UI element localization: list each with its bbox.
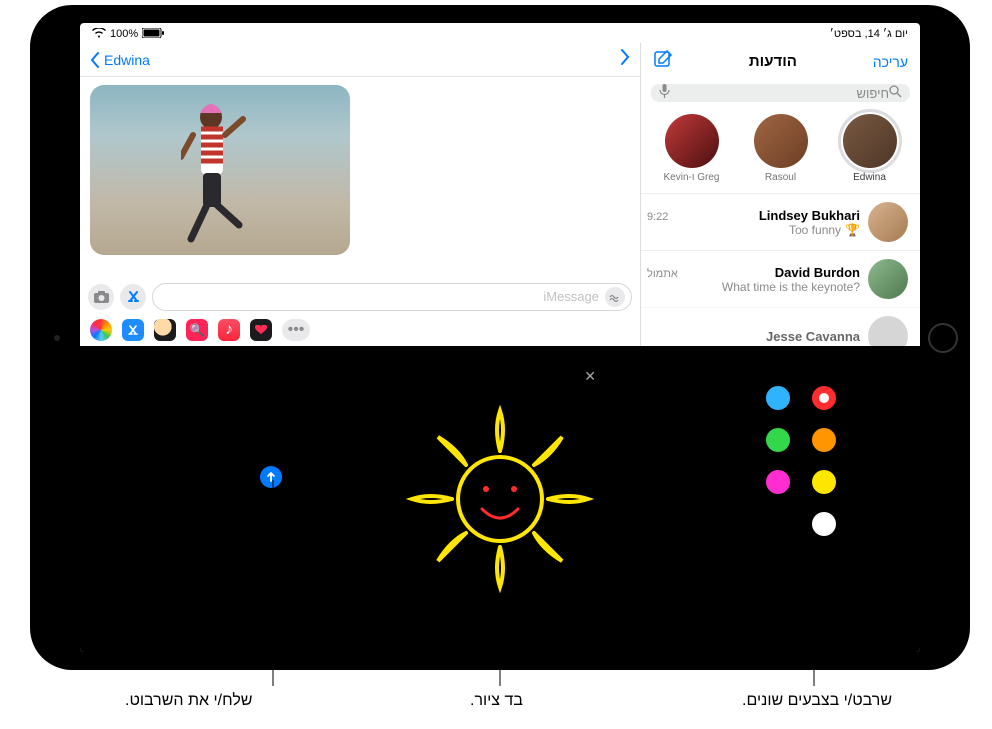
callout-send: שלח/י את השרבוט. [125, 692, 252, 710]
drawing-canvas[interactable]: ✕ [400, 364, 600, 619]
appstore-app-icon[interactable] [122, 319, 144, 341]
back-button[interactable]: Edwina [90, 52, 150, 68]
ipad-frame: 100% יום ג׳ 14, בספט׳ עריכה הודעות [30, 5, 970, 670]
pinned-contact-edwina[interactable]: Edwina [830, 114, 910, 183]
contact-name: Lindsey Bukhari [759, 208, 860, 223]
timestamp: אתמול [647, 268, 678, 280]
camera-button[interactable] [88, 284, 114, 310]
search-input[interactable]: חיפוש [651, 84, 910, 102]
color-red[interactable] [812, 386, 836, 410]
avatar [665, 114, 719, 168]
digitaltouch-app-icon[interactable] [250, 319, 272, 341]
sketch-content [400, 364, 600, 619]
music-app-icon[interactable]: ♪ [218, 319, 240, 341]
home-button[interactable] [928, 323, 958, 353]
dictate-icon[interactable] [659, 84, 670, 102]
message-input[interactable]: iMessage [152, 283, 632, 311]
pinned-name: Edwina [853, 172, 886, 183]
callout-colors: שרבט/י בצבעים שונים. [742, 692, 892, 710]
color-white[interactable] [812, 512, 836, 536]
conversation-body[interactable] [80, 77, 640, 279]
close-icon[interactable]: ✕ [584, 368, 596, 385]
color-palette [766, 386, 840, 540]
contact-name: Jesse Cavanna [766, 329, 860, 344]
conversation-item[interactable]: Lindsey Bukhari 9:22 🏆 Too funny [641, 193, 920, 250]
wifi-icon [92, 28, 106, 41]
avatar [843, 114, 897, 168]
contact-name: David Burdon [775, 265, 860, 280]
callout-canvas: בד ציור. [470, 692, 523, 710]
screen: 100% יום ג׳ 14, בספט׳ עריכה הודעות [80, 23, 920, 652]
more-apps-button[interactable]: ••• [282, 319, 310, 341]
avatar [868, 259, 908, 299]
sidebar-header: עריכה הודעות [641, 43, 920, 80]
pinned-row: Edwina Rasoul Kevin-ו Greg [641, 108, 920, 193]
search-icon [889, 85, 902, 101]
voice-record-icon[interactable] [605, 287, 625, 307]
digital-touch-panel: ✕ [80, 346, 920, 653]
messages-title: הודעות [749, 53, 797, 70]
badge-icon: 🏆 [845, 223, 860, 237]
messages-app: עריכה הודעות חיפוש [80, 43, 920, 348]
photo-message[interactable] [90, 85, 350, 255]
status-time: יום ג׳ 14, בספט׳ [830, 28, 908, 40]
compose-button[interactable] [653, 49, 673, 74]
input-row: iMessage [80, 279, 640, 315]
send-button[interactable] [260, 466, 282, 488]
details-chevron-icon[interactable] [620, 49, 630, 70]
avatar [754, 114, 808, 168]
conversation-item[interactable]: David Burdon אתמול What time is the keyn… [641, 250, 920, 307]
placeholder-text: iMessage [543, 289, 599, 304]
pinned-name: Kevin-ו Greg [664, 172, 720, 183]
palette-spacer [766, 512, 790, 536]
images-app-icon[interactable]: 🔍 [186, 319, 208, 341]
avatar [868, 202, 908, 242]
color-green[interactable] [766, 428, 790, 452]
photo-content [181, 99, 251, 249]
color-yellow[interactable] [812, 470, 836, 494]
edit-button[interactable]: עריכה [873, 54, 908, 70]
front-camera [54, 335, 60, 341]
conversations-sidebar: עריכה הודעות חיפוש [640, 43, 920, 347]
conversation-header: Edwina [80, 43, 640, 77]
memoji-app-icon[interactable] [154, 319, 176, 341]
color-orange[interactable] [812, 428, 836, 452]
status-left: 100% [92, 28, 164, 41]
color-magenta[interactable] [766, 470, 790, 494]
back-label: Edwina [104, 52, 150, 68]
pinned-contact-kevin-greg[interactable]: Kevin-ו Greg [652, 114, 732, 183]
photos-app-icon[interactable] [90, 319, 112, 341]
conversation-pane: Edwina [80, 43, 640, 347]
timestamp: 9:22 [647, 211, 668, 223]
message-preview: What time is the keynote? [722, 280, 860, 294]
pinned-name: Rasoul [765, 172, 796, 183]
color-blue[interactable] [766, 386, 790, 410]
app-strip: 🔍 ♪ ••• [80, 315, 640, 347]
battery-icon [142, 28, 164, 41]
status-bar: 100% יום ג׳ 14, בספט׳ [80, 23, 920, 43]
battery-text: 100% [110, 28, 138, 40]
search-placeholder: חיפוש [857, 86, 889, 101]
app-store-button[interactable] [120, 284, 146, 310]
message-preview: Too funny [789, 223, 841, 237]
pinned-contact-rasoul[interactable]: Rasoul [741, 114, 821, 183]
